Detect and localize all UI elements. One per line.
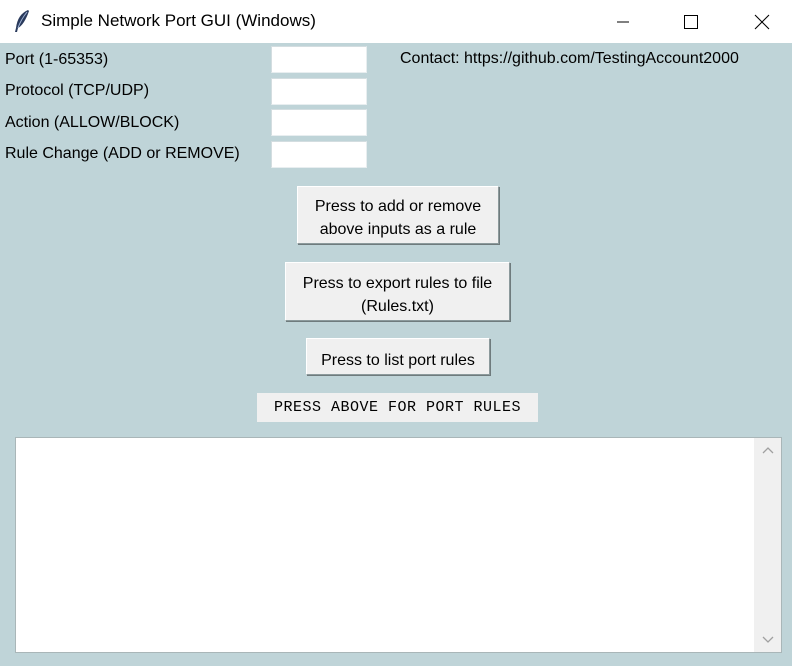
add-remove-rule-line1: Press to add or remove bbox=[314, 197, 482, 215]
rule-change-input[interactable] bbox=[271, 141, 367, 168]
port-input[interactable] bbox=[271, 46, 367, 73]
maximize-icon bbox=[684, 14, 698, 29]
maximize-button[interactable] bbox=[668, 0, 714, 43]
chevron-down-icon bbox=[762, 636, 773, 643]
chevron-up-icon bbox=[762, 447, 773, 454]
rules-output-textarea[interactable] bbox=[15, 437, 782, 653]
title-bar[interactable]: Simple Network Port GUI (Windows) bbox=[0, 0, 792, 43]
port-label: Port (1-65353) bbox=[5, 51, 109, 68]
minimize-icon bbox=[617, 21, 629, 22]
export-rules-line1: Press to export rules to file bbox=[302, 274, 493, 292]
add-remove-rule-line2: above inputs as a rule bbox=[319, 220, 477, 238]
vertical-scrollbar[interactable] bbox=[754, 438, 781, 652]
action-input[interactable] bbox=[271, 109, 367, 136]
scroll-down-button[interactable] bbox=[754, 628, 781, 652]
close-button[interactable] bbox=[739, 0, 785, 43]
app-window: Simple Network Port GUI (Windows) Port (… bbox=[0, 0, 792, 666]
status-label: PRESS ABOVE FOR PORT RULES bbox=[257, 393, 538, 422]
rule-change-label: Rule Change (ADD or REMOVE) bbox=[5, 145, 240, 162]
add-remove-rule-button[interactable]: Press to add or remove above inputs as a… bbox=[297, 186, 499, 244]
feather-icon bbox=[15, 10, 29, 32]
list-port-rules-button[interactable]: Press to list port rules bbox=[306, 338, 490, 375]
action-label: Action (ALLOW/BLOCK) bbox=[5, 114, 180, 131]
rules-output-text bbox=[16, 438, 781, 444]
minimize-button[interactable] bbox=[600, 0, 646, 43]
export-rules-button[interactable]: Press to export rules to file (Rules.txt… bbox=[285, 262, 510, 321]
list-port-rules-label: Press to list port rules bbox=[321, 351, 475, 369]
export-rules-line2: (Rules.txt) bbox=[361, 297, 434, 315]
close-icon bbox=[754, 14, 770, 29]
scroll-up-button[interactable] bbox=[754, 438, 781, 462]
contact-label: Contact: https://github.com/TestingAccou… bbox=[400, 50, 739, 67]
protocol-input[interactable] bbox=[271, 78, 367, 105]
window-title: Simple Network Port GUI (Windows) bbox=[41, 11, 316, 30]
protocol-label: Protocol (TCP/UDP) bbox=[5, 82, 150, 99]
